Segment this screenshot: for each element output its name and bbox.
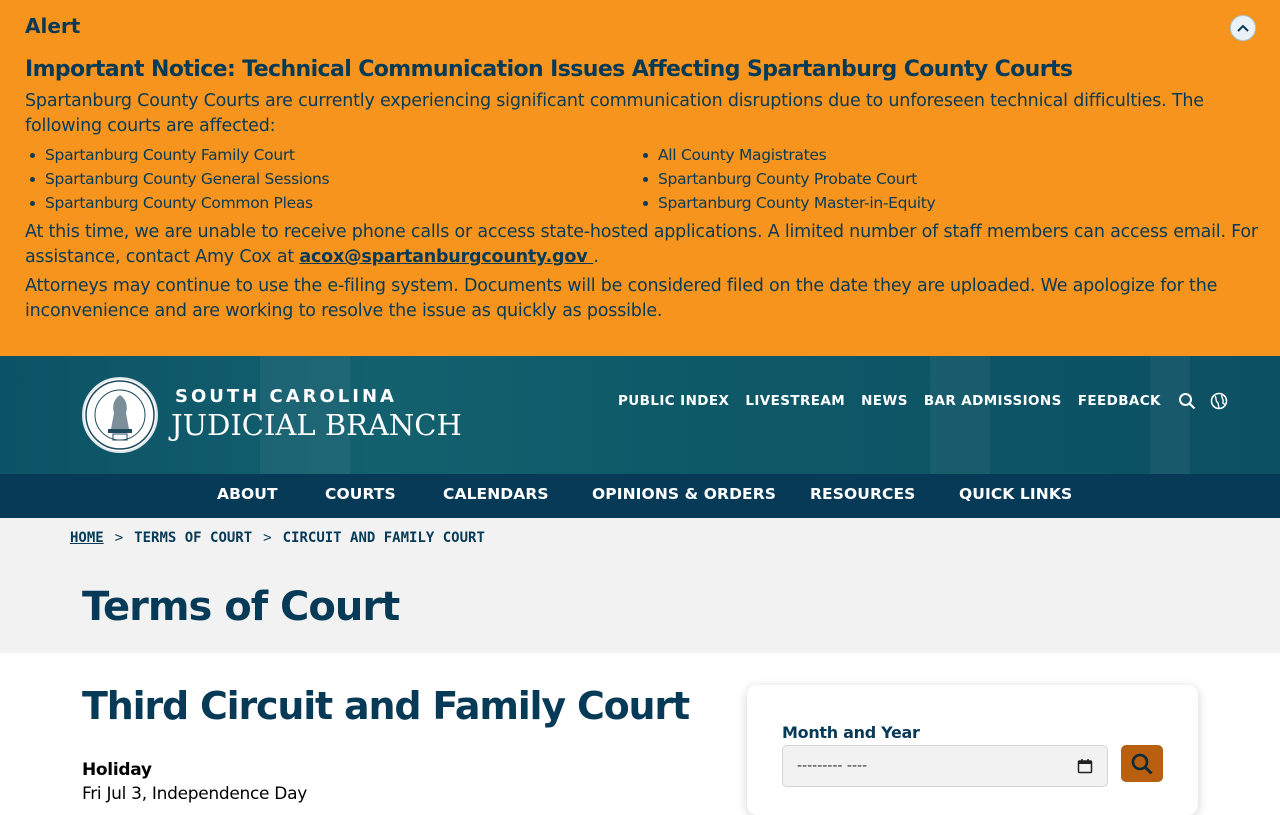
alert-closing: Attorneys may continue to use the e-fili… xyxy=(25,276,1218,321)
list-item: Spartanburg County General Sessions xyxy=(25,168,330,192)
court-seal-logo[interactable] xyxy=(82,377,158,453)
nav-resources[interactable]: RESOURCES xyxy=(810,474,915,518)
alert-contact-end: . xyxy=(593,247,599,267)
breadcrumb-current: CIRCUIT AND FAMILY COURT xyxy=(282,530,485,546)
seal-graphic xyxy=(85,380,155,450)
month-year-placeholder: --------- ---- xyxy=(797,758,868,774)
alert-collapse-button[interactable] xyxy=(1230,15,1256,41)
brand-state: SOUTH CAROLINA xyxy=(175,386,397,407)
affected-courts-list-1: Spartanburg County Family Court Spartanb… xyxy=(25,144,330,216)
month-year-input[interactable]: --------- ---- xyxy=(782,745,1108,787)
nav-quick-links[interactable]: QUICK LINKS xyxy=(959,474,1072,518)
month-filter-card: Month and Year --------- ---- xyxy=(747,685,1198,815)
header-background-texture xyxy=(1150,356,1190,474)
holiday-item: Fri Jul 3, Independence Day xyxy=(82,784,307,804)
page-title: Terms of Court xyxy=(82,584,400,630)
util-link-public-index[interactable]: PUBLIC INDEX xyxy=(618,393,729,409)
breadcrumb-separator: > xyxy=(114,530,124,546)
title-band: HOME > TERMS OF COURT > CIRCUIT AND FAMI… xyxy=(0,518,1280,653)
main-nav: ABOUT COURTS CALENDARS OPINIONS & ORDERS… xyxy=(0,474,1280,518)
list-item: Spartanburg County Master-in-Equity xyxy=(638,192,936,216)
alert-intro: Spartanburg County Courts are currently … xyxy=(25,91,1204,136)
util-link-news[interactable]: NEWS xyxy=(861,393,908,409)
breadcrumb: HOME > TERMS OF COURT > CIRCUIT AND FAMI… xyxy=(70,530,485,546)
alert-banner: Alert Important Notice: Technical Commun… xyxy=(0,0,1280,356)
month-search-button[interactable] xyxy=(1121,745,1163,782)
nav-opinions-orders[interactable]: OPINIONS & ORDERS xyxy=(592,474,776,518)
alert-title: Alert xyxy=(25,14,81,38)
brand-name[interactable]: JUDICIAL BRANCH xyxy=(171,408,462,442)
util-link-livestream[interactable]: LIVESTREAM xyxy=(745,393,845,409)
list-item: Spartanburg County Probate Court xyxy=(638,168,935,192)
calendar-icon[interactable] xyxy=(1077,758,1093,774)
contact-email-link[interactable]: acox@spartanburgcounty.gov xyxy=(299,247,593,267)
breadcrumb-terms-of-court[interactable]: TERMS OF COURT xyxy=(134,530,252,546)
section-title: Third Circuit and Family Court xyxy=(82,684,690,728)
search-icon xyxy=(1131,753,1153,775)
chevron-up-icon xyxy=(1237,24,1249,32)
util-link-feedback[interactable]: FEEDBACK xyxy=(1078,393,1161,409)
globe-icon[interactable] xyxy=(1209,391,1229,411)
utility-nav: PUBLIC INDEX LIVESTREAM NEWS BAR ADMISSI… xyxy=(618,391,1229,411)
holiday-label: Holiday xyxy=(82,760,152,780)
util-link-bar-admissions[interactable]: BAR ADMISSIONS xyxy=(924,393,1062,409)
alert-contact-text: At this time, we are unable to receive p… xyxy=(25,222,1258,267)
nav-calendars[interactable]: CALENDARS xyxy=(443,474,549,518)
list-item: Spartanburg County Family Court xyxy=(25,144,329,168)
breadcrumb-separator: > xyxy=(263,530,272,546)
list-item: Spartanburg County Common Pleas xyxy=(25,192,329,216)
month-year-label: Month and Year xyxy=(782,723,920,742)
breadcrumb-home[interactable]: HOME xyxy=(70,530,104,546)
site-header: SOUTH CAROLINA JUDICIAL BRANCH PUBLIC IN… xyxy=(0,356,1280,474)
search-icon[interactable] xyxy=(1177,391,1197,411)
alert-contact: At this time, we are unable to receive p… xyxy=(25,220,1260,270)
header-background-texture xyxy=(930,356,990,474)
list-item: All County Magistrates xyxy=(638,144,935,168)
nav-courts[interactable]: COURTS xyxy=(325,474,396,518)
affected-courts-list-2: All County Magistrates Spartanburg Count… xyxy=(638,144,936,216)
nav-about[interactable]: ABOUT xyxy=(217,474,278,518)
alert-heading: Important Notice: Technical Communicatio… xyxy=(25,57,1073,82)
